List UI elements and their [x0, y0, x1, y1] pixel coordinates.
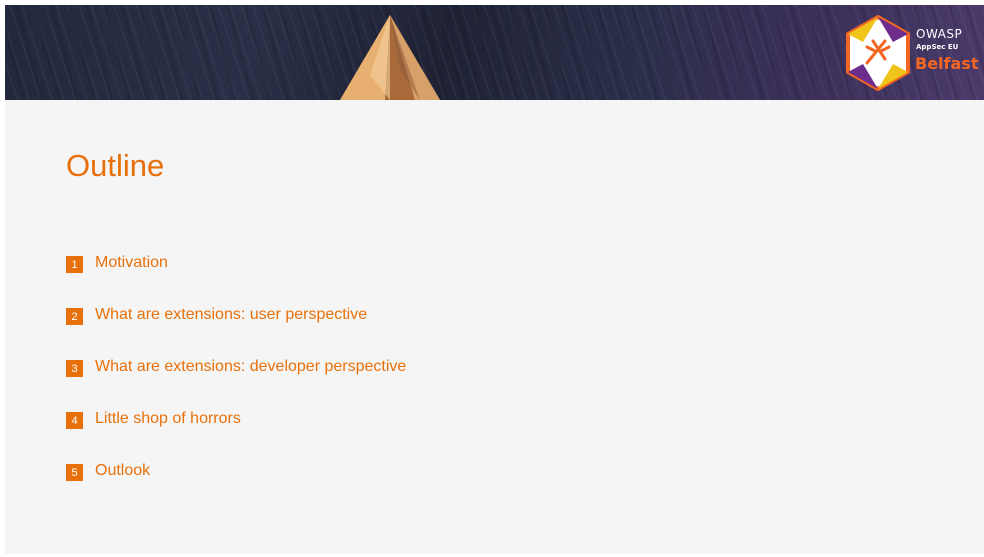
- slide-title: Outline: [66, 148, 165, 183]
- outline-item-label[interactable]: Outlook: [95, 461, 150, 481]
- logo-appsec-text: AppSec EU: [916, 43, 959, 51]
- logo-owasp-text: OWASP: [916, 27, 963, 41]
- outline-item[interactable]: 1 Motivation: [66, 253, 406, 305]
- item-number-badge: 3: [66, 360, 83, 377]
- outline-list: 1 Motivation 2 What are extensions: user…: [66, 253, 406, 513]
- outline-item[interactable]: 4 Little shop of horrors: [66, 409, 406, 461]
- spire-graphic: [340, 15, 440, 100]
- outline-item-label[interactable]: What are extensions: developer perspecti…: [95, 357, 406, 377]
- outline-item-label[interactable]: Little shop of horrors: [95, 409, 241, 429]
- header-banner: OWASP AppSec EU Belfast: [5, 5, 984, 100]
- item-number-badge: 1: [66, 256, 83, 273]
- banner-texture: [5, 5, 984, 100]
- item-number-badge: 5: [66, 464, 83, 481]
- outline-item[interactable]: 2 What are extensions: user perspective: [66, 305, 406, 357]
- outline-item[interactable]: 5 Outlook: [66, 461, 406, 513]
- item-number-badge: 2: [66, 308, 83, 325]
- outline-item-label[interactable]: Motivation: [95, 253, 168, 273]
- slide: OWASP AppSec EU Belfast Outline 1 Motiva…: [5, 5, 984, 554]
- outline-item-label[interactable]: What are extensions: user perspective: [95, 305, 367, 325]
- item-number-badge: 4: [66, 412, 83, 429]
- outline-item[interactable]: 3 What are extensions: developer perspec…: [66, 357, 406, 409]
- wasp-emblem-icon: [846, 15, 910, 91]
- logo-city-text: Belfast: [915, 54, 979, 73]
- owasp-appsec-logo: OWASP AppSec EU Belfast: [841, 13, 983, 93]
